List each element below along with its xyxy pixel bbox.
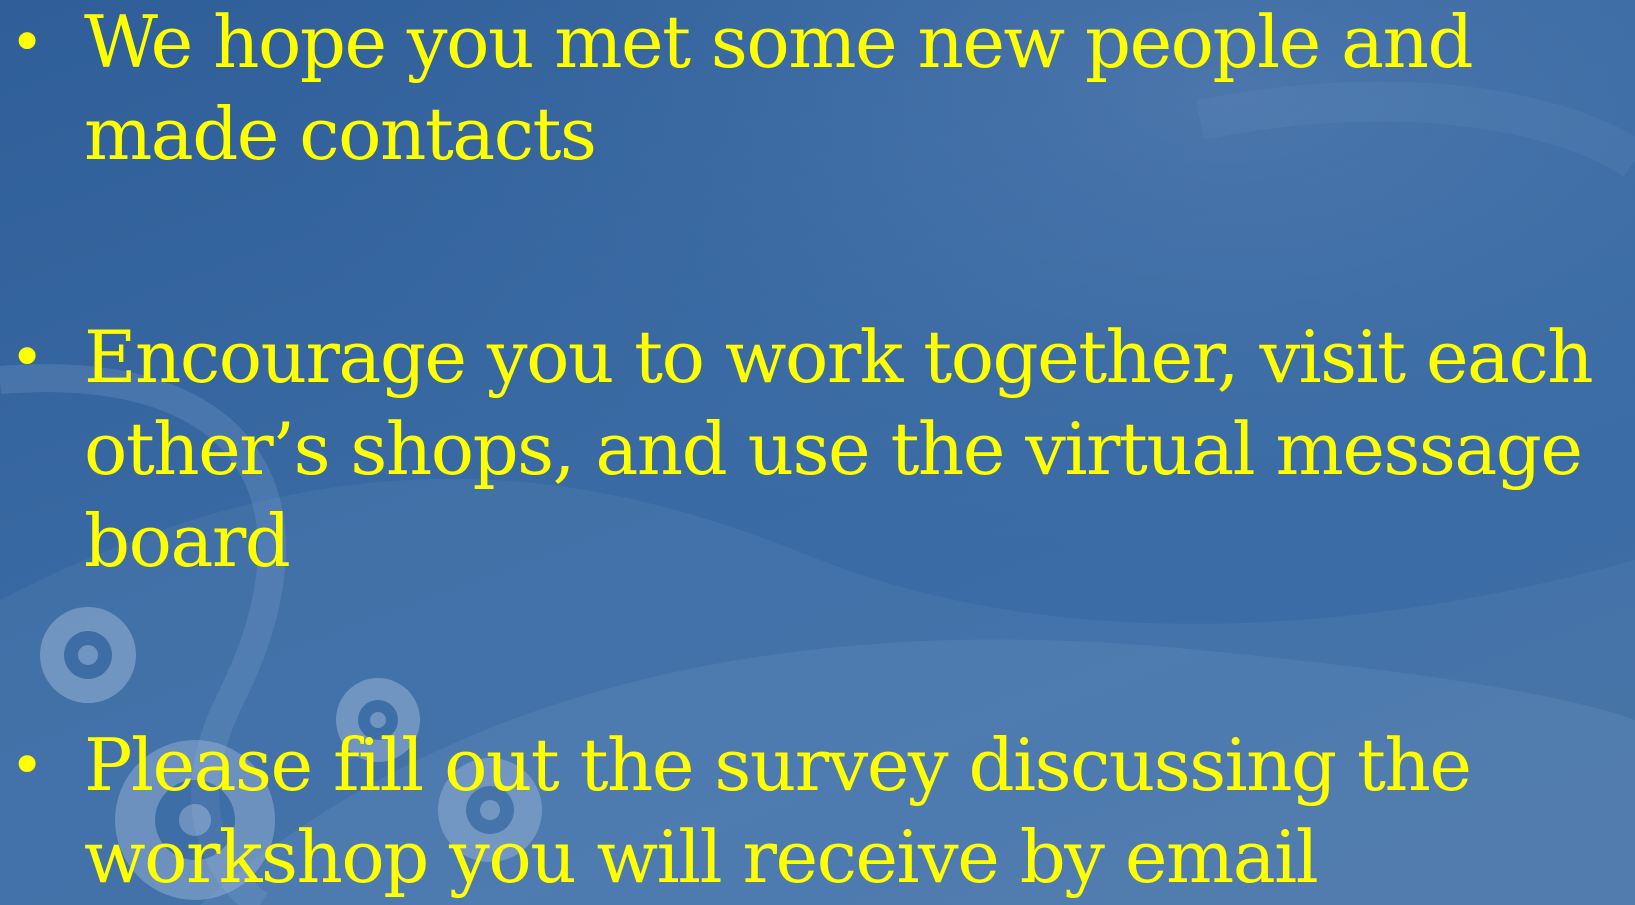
bullet-text: Please fill out the survey discussing th… [84,719,1629,903]
bullet-line: Encourage you to work together, visit ea… [84,315,1594,399]
bullet-line: made contacts [84,92,597,176]
bullet-text: We hope you met some new people and made… [84,0,1629,180]
bullet-line: workshop you will receive by email [84,815,1319,899]
bullet-line: We hope you met some new people and [84,0,1474,84]
bullet-text: Encourage you to work together, visit ea… [84,311,1629,587]
bullet-marker: • [10,8,45,76]
slide-body: • We hope you met some new people and ma… [0,0,1635,905]
bullet-line: other’s shops, and use the virtual messa… [84,407,1583,491]
bullet-marker: • [10,731,45,799]
bullet-marker: • [10,323,45,391]
bullet-line: board [84,499,291,583]
bullet-line: Please fill out the survey discussing th… [84,723,1472,807]
